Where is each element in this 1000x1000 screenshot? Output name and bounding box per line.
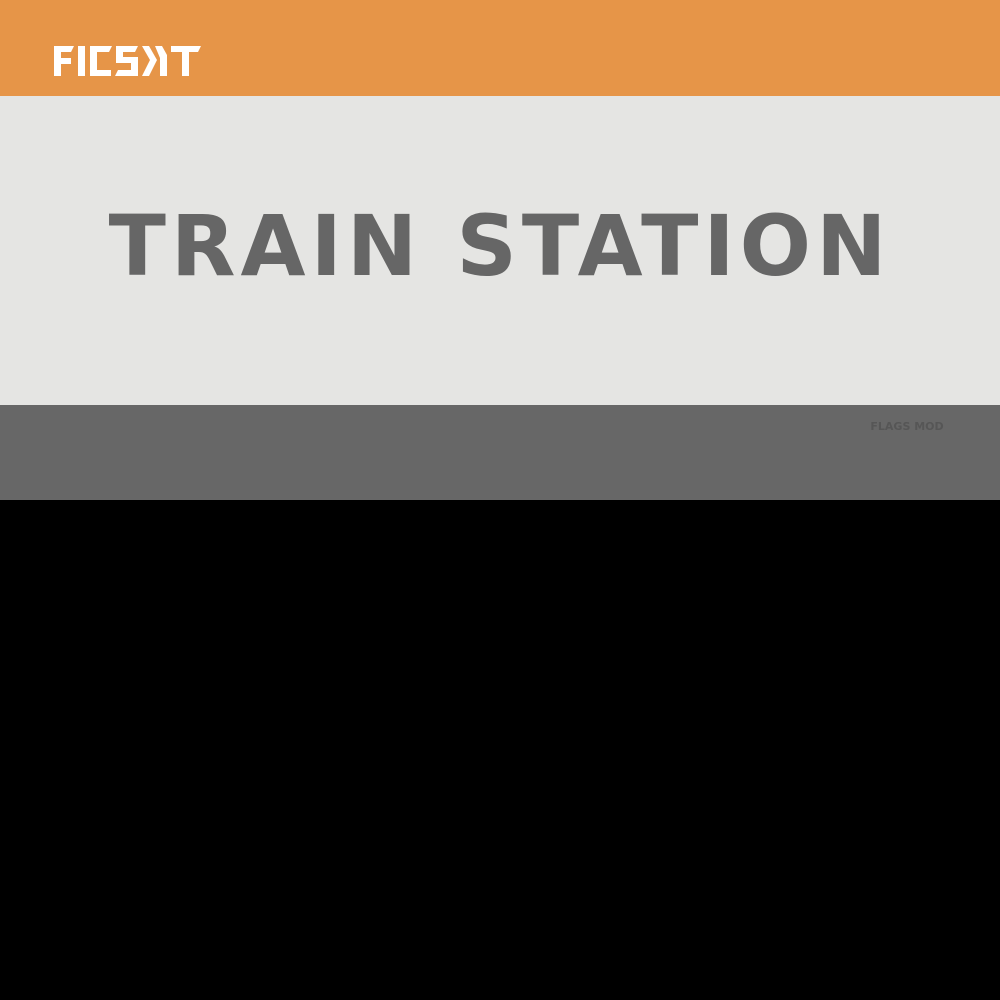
station-sign: TRAIN STATION FLAGS MOD — [0, 0, 1000, 1000]
station-title: TRAIN STATION — [108, 197, 892, 295]
bottom-band — [0, 500, 1000, 1000]
mod-label: FLAGS MOD — [870, 420, 944, 433]
ficsit-logo — [54, 46, 201, 76]
